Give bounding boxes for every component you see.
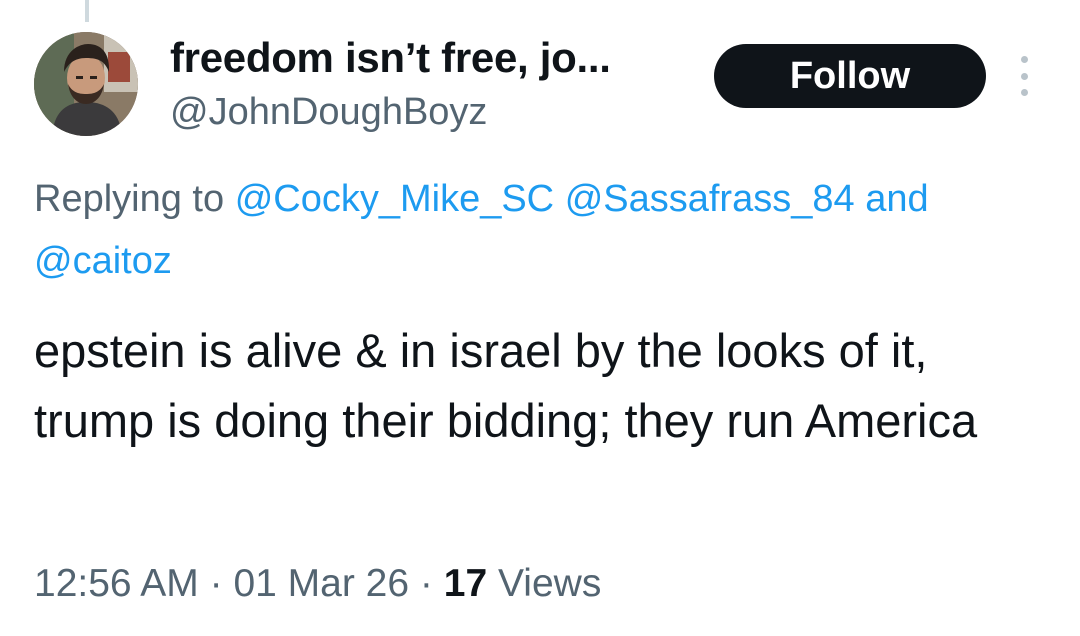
views-label[interactable]: Views bbox=[498, 562, 601, 605]
tweet-date[interactable]: 01 Mar 26 bbox=[233, 562, 409, 605]
more-dot bbox=[1020, 56, 1028, 63]
tweet-metadata: 12:56 AM · 01 Mar 26 · 17 Views bbox=[34, 560, 601, 608]
more-vertical-icon[interactable] bbox=[1014, 56, 1034, 96]
author-display-name[interactable]: freedom isn’t free, jo... bbox=[170, 34, 611, 82]
replying-to: Replying to @Cocky_Mike_SC @Sassafrass_8… bbox=[34, 168, 1054, 292]
replying-to-label: Replying to bbox=[34, 178, 225, 220]
tweet-text: epstein is alive & in israel by the look… bbox=[34, 324, 978, 447]
mention-link[interactable]: @Cocky_Mike_SC bbox=[235, 178, 554, 220]
tweet-time[interactable]: 12:56 AM bbox=[34, 562, 199, 605]
mention-link[interactable]: @Sassafrass_84 bbox=[565, 178, 855, 220]
views-count[interactable]: 17 bbox=[444, 562, 487, 605]
follow-button[interactable]: Follow bbox=[714, 44, 986, 108]
avatar-image bbox=[34, 32, 138, 136]
author-handle[interactable]: @JohnDoughBoyz bbox=[170, 90, 487, 134]
more-dot bbox=[1020, 89, 1028, 96]
thread-connector-line bbox=[85, 0, 89, 22]
meta-separator: · bbox=[209, 562, 223, 605]
meta-separator: · bbox=[419, 562, 433, 605]
mention-link[interactable]: @caitoz bbox=[34, 240, 172, 282]
avatar[interactable] bbox=[34, 32, 138, 136]
mention-conjunction[interactable]: and bbox=[865, 178, 928, 220]
more-dot bbox=[1020, 72, 1028, 80]
